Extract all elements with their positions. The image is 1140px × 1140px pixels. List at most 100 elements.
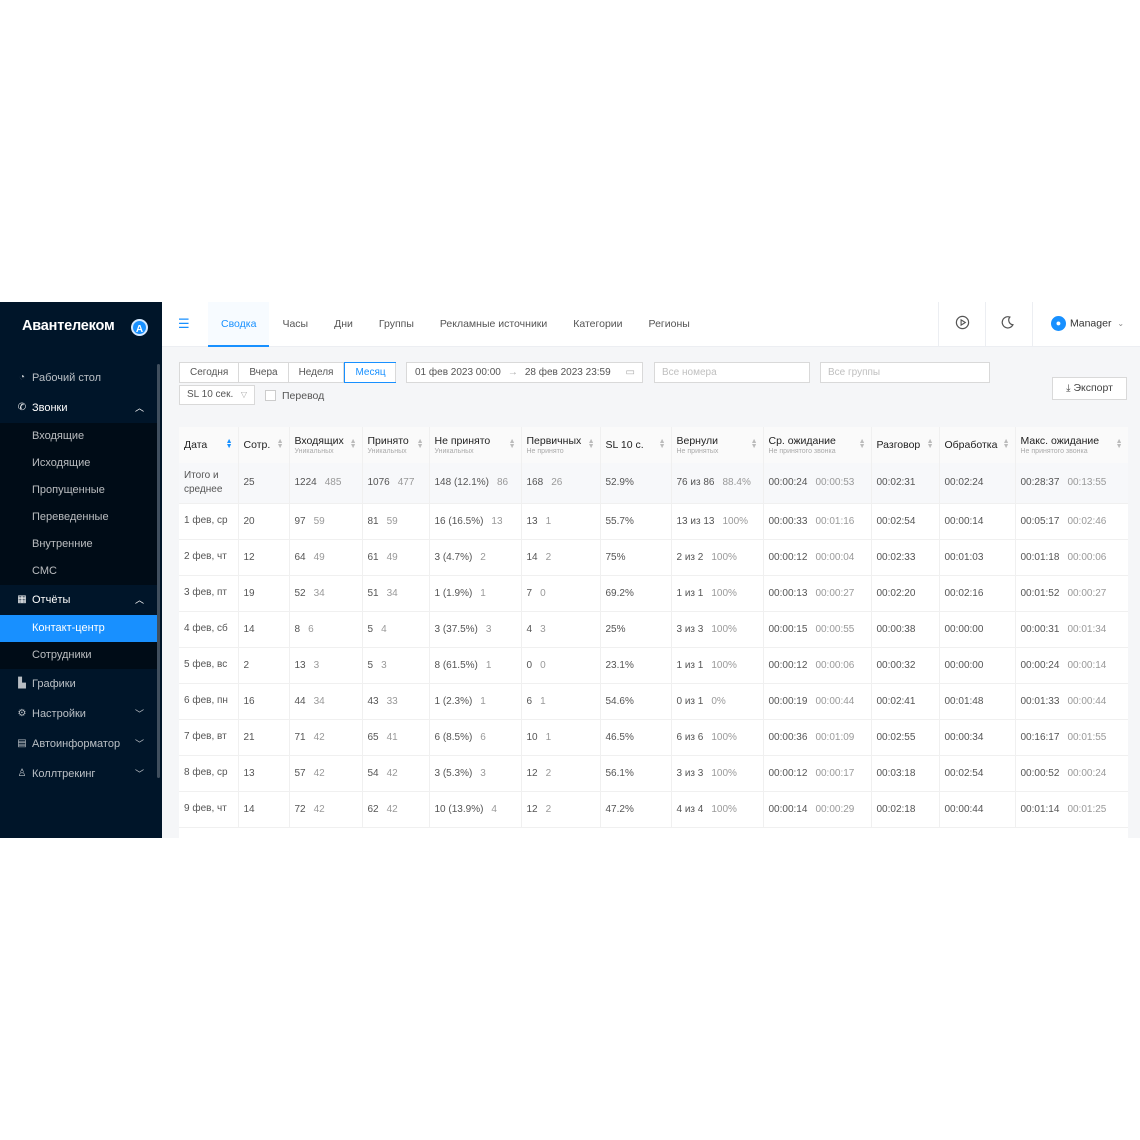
play-icon[interactable] (954, 315, 970, 331)
sort-icon[interactable]: ▲ ▼ (1116, 438, 1123, 450)
table-cell: 81 59 (362, 503, 430, 540)
table-cell: 23.1% (600, 647, 672, 684)
cell-value: 21 (243, 731, 255, 743)
table-cell: 00:00:24 00:00:53 (763, 463, 872, 504)
chevron-down-icon: ﹀ (134, 739, 144, 749)
cell-value: Итого и среднее (184, 469, 223, 495)
sidebar-subitem-1-4[interactable]: Внутренние (0, 531, 157, 558)
table-row: 1 фев, ср 20 97 59 81 59 16 (16.5%) 13 13 1 55.7% 1… (179, 503, 1128, 540)
table-cell: Итого и среднее (179, 463, 239, 504)
column-header-11[interactable]: Макс. ожидание Не принятого звонка ▲ ▼ (1015, 427, 1128, 463)
cell-value: 13 (294, 659, 306, 671)
cell-value: 7 фев, вт (184, 731, 227, 742)
sort-icon[interactable]: ▲ ▼ (350, 438, 357, 450)
column-header-3[interactable]: Принято Уникальных ▲ ▼ (362, 427, 430, 463)
sort-icon[interactable]: ▲ ▼ (417, 438, 424, 450)
sort-icon[interactable]: ▲ ▼ (859, 438, 866, 450)
table-cell: 3 (37.5%) 3 (429, 611, 522, 648)
table-cell: 1 из 1 100% (671, 575, 764, 612)
cell-value: 56.1% (605, 767, 634, 779)
table-cell: 12 (238, 539, 290, 576)
transfer-checkbox[interactable] (265, 390, 276, 401)
tab-6[interactable]: Регионы (636, 302, 703, 347)
date-range-picker[interactable]: 01 фев 2023 00:00 → 28 фев 2023 23:59 ▭ (406, 362, 643, 383)
sort-icon[interactable]: ▲ ▼ (509, 438, 516, 450)
column-header-0[interactable]: Дата ▲ ▼ (179, 427, 239, 463)
sidebar-item-5[interactable]: ▤ Автоинформатор ﹀ (0, 729, 157, 759)
sidebar-subitem-1-1[interactable]: Исходящие (0, 450, 157, 477)
table-cell: 0 из 1 0% (671, 683, 764, 720)
user-menu[interactable]: ● Manager ⌄ (1051, 316, 1124, 331)
sl-select[interactable]: SL 10 сек. ▽ (179, 385, 255, 405)
moon-icon[interactable] (999, 315, 1015, 331)
tab-1[interactable]: Часы (269, 302, 321, 347)
cell-secondary-value: 100% (711, 803, 737, 815)
sort-icon[interactable]: ▲ ▼ (1003, 438, 1010, 450)
sort-icon[interactable]: ▲ ▼ (277, 438, 284, 450)
sidebar-subitem-1-3[interactable]: Переведенные (0, 504, 157, 531)
sidebar-subitem-1-2[interactable]: Пропущенные (0, 477, 157, 504)
table-cell: 00:00:12 00:00:17 (763, 755, 872, 792)
table-cell: 00:02:18 (871, 791, 940, 828)
tab-5[interactable]: Категории (560, 302, 635, 347)
cell-value: 1 из 1 (676, 587, 704, 599)
period-button-1[interactable]: Вчера (239, 363, 289, 382)
period-button-2[interactable]: Неделя (289, 363, 345, 382)
cell-value: 00:00:00 (944, 623, 984, 635)
numbers-filter-input[interactable]: Все номера (654, 362, 810, 383)
sidebar-item-label: Графики (32, 678, 76, 690)
tab-4[interactable]: Рекламные источники (427, 302, 560, 347)
export-button[interactable]: ⤓ Экспорт (1052, 377, 1127, 400)
sidebar-subitem-2-0[interactable]: Контакт-центр (0, 615, 157, 642)
cell-value: 148 (12.1%) (434, 477, 489, 489)
column-header-7[interactable]: Вернули Не принятых ▲ ▼ (671, 427, 764, 463)
cell-secondary-value: 3 (381, 659, 387, 671)
sort-icon[interactable]: ▲ ▼ (588, 438, 595, 450)
column-header-8[interactable]: Ср. ожидание Не принятого звонка ▲ ▼ (763, 427, 872, 463)
period-button-0[interactable]: Сегодня (180, 363, 240, 382)
cell-value: 00:02:16 (944, 587, 984, 599)
table-cell: 13 из 13 100% (671, 503, 764, 540)
column-subtitle: Не принято (526, 448, 564, 455)
sidebar-item-1[interactable]: ✆ Звонки ︿ (0, 393, 157, 423)
sidebar-menu: ◔ Рабочий стол ✆ Звонки ︿ Входящие Исходящие Пр… (0, 363, 157, 789)
sidebar-item-4[interactable]: ⚙ Настройки ﹀ (0, 699, 157, 729)
sidebar-scrollbar[interactable] (157, 364, 160, 778)
sidebar-item-2[interactable]: ▦ Отчёты ︿ (0, 585, 157, 615)
tab-0[interactable]: Сводка (208, 302, 270, 347)
sort-icon[interactable]: ▲ ▼ (226, 438, 233, 450)
sidebar-subitem-1-5[interactable]: СМС (0, 558, 157, 585)
sidebar-subitem-2-1[interactable]: Сотрудники (0, 642, 157, 669)
groups-filter-input[interactable]: Все группы (820, 362, 990, 383)
sidebar-item-3[interactable]: ▙ Графики (0, 669, 157, 699)
sidebar-item-6[interactable]: ♙ Коллтрекинг ﹀ (0, 759, 157, 789)
period-button-3[interactable]: Месяц (344, 362, 396, 383)
column-header-5[interactable]: Первичных Не принято ▲ ▼ (521, 427, 601, 463)
tab-3[interactable]: Группы (366, 302, 427, 347)
cell-value: 64 (294, 551, 306, 563)
cell-value: 8 фев, ср (184, 767, 228, 778)
tab-2[interactable]: Дни (321, 302, 366, 347)
sort-icon[interactable]: ▲ ▼ (927, 438, 934, 450)
table-cell: 1 (1.9%) 1 (429, 575, 522, 612)
column-header-9[interactable]: Разговор ▲ ▼ (871, 427, 940, 463)
cell-value: 00:02:18 (876, 803, 916, 815)
column-header-6[interactable]: SL 10 с. ▲ ▼ (600, 427, 672, 463)
table-cell: 69.2% (600, 575, 672, 612)
sort-icon[interactable]: ▲ ▼ (659, 438, 666, 450)
table-cell: 53 (362, 647, 430, 684)
cell-secondary-value: 00:00:55 (815, 623, 855, 635)
column-header-4[interactable]: Не принято Уникальных ▲ ▼ (429, 427, 522, 463)
cell-value: 00:00:38 (876, 623, 916, 635)
table-cell: 00:01:14 00:01:25 (1015, 791, 1128, 828)
sort-icon[interactable]: ▲ ▼ (751, 438, 758, 450)
sidebar-subitem-1-0[interactable]: Входящие (0, 423, 157, 450)
sidebar-item-0[interactable]: ◔ Рабочий стол (0, 363, 157, 393)
column-header-2[interactable]: Входящих Уникальных ▲ ▼ (289, 427, 363, 463)
menu-collapse-icon[interactable]: ☰ (178, 316, 190, 332)
column-title: Не принято (434, 435, 491, 447)
column-header-1[interactable]: Сотр. ▲ ▼ (238, 427, 290, 463)
cell-value: 3 из 3 (676, 767, 704, 779)
column-header-10[interactable]: Обработка ▲ ▼ (939, 427, 1016, 463)
table-total-row: Итого и среднее 25 1224 485 1076 477 148 (12.1… (179, 463, 1128, 504)
